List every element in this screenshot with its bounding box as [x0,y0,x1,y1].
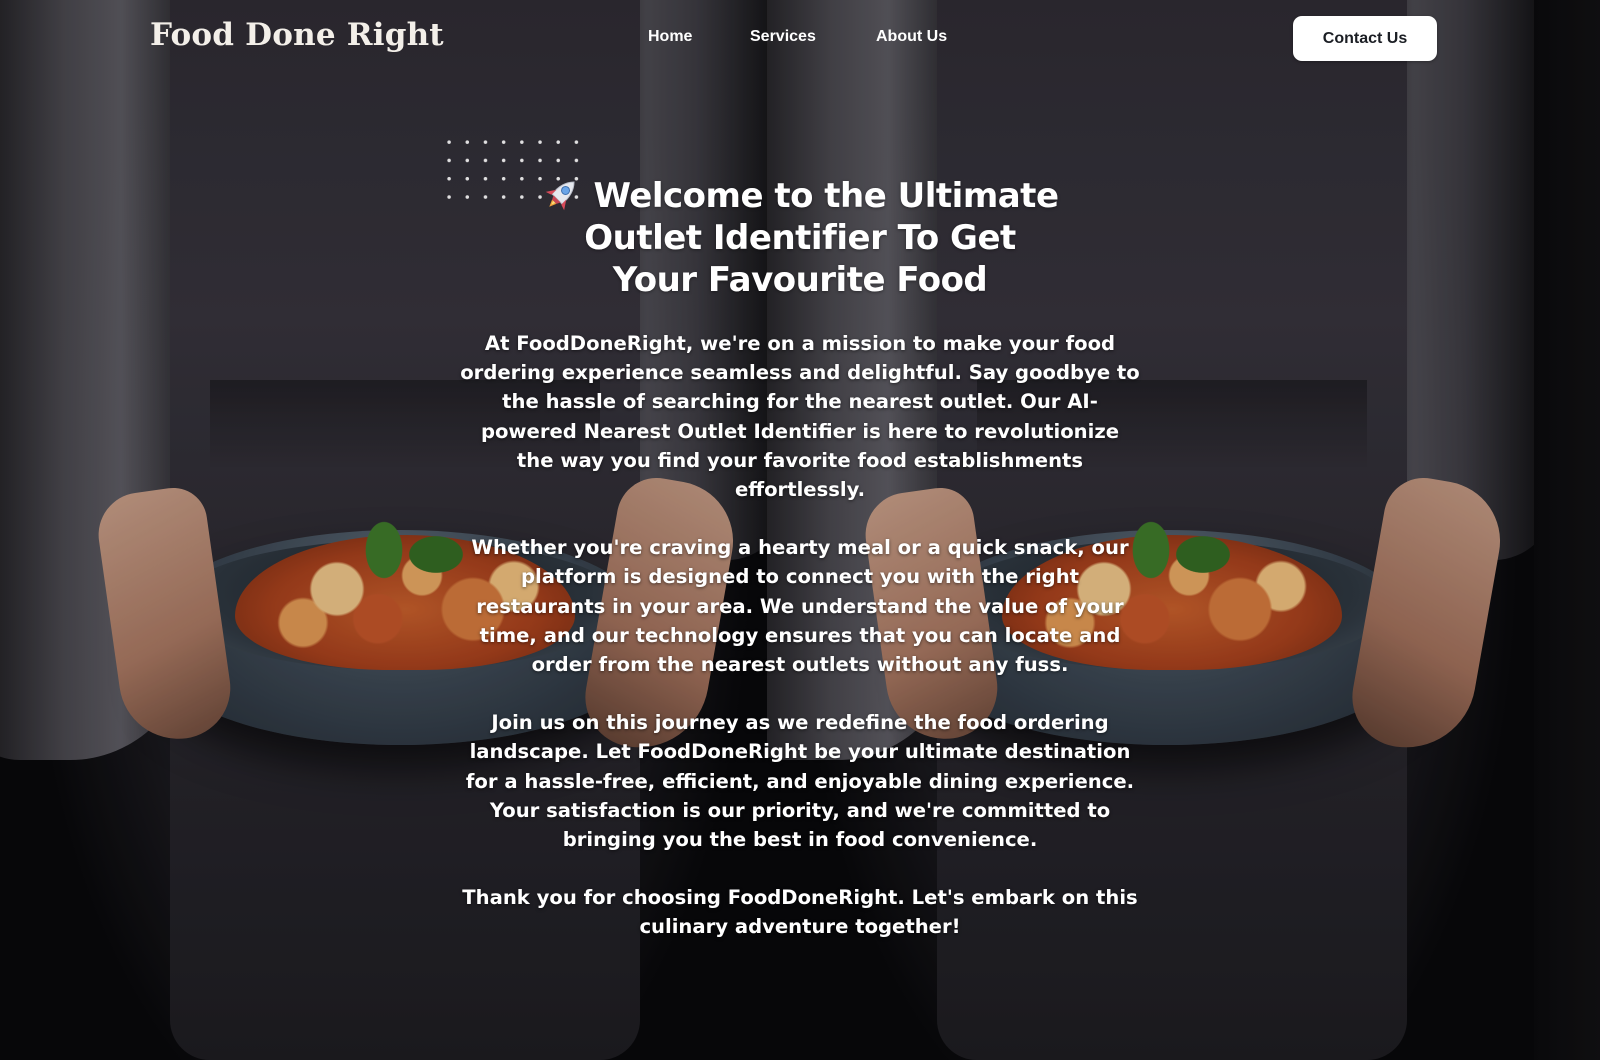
hero-description: At FoodDoneRight, we're on a mission to … [460,329,1140,942]
hero-paragraph-4: Thank you for choosing FoodDoneRight. Le… [462,886,1138,939]
nav-about-link[interactable]: About Us [876,28,947,46]
site-logo[interactable]: Food Done Right [150,17,444,53]
hero-section: Welcome to the Ultimate Outlet Identifie… [440,175,1160,971]
hero-title-text: Welcome to the Ultimate Outlet Identifie… [584,176,1059,300]
hero-paragraph-3: Join us on this journey as we redefine t… [465,711,1135,852]
nav-services-link[interactable]: Services [750,28,816,46]
hero-paragraph-1: At FoodDoneRight, we're on a mission to … [460,332,1140,502]
site-header: Food Done Right Home Services About Us C… [0,0,1600,78]
contact-us-button[interactable]: Contact Us [1293,16,1437,61]
hero-paragraph-2: Whether you're craving a hearty meal or … [471,536,1129,677]
hero-title: Welcome to the Ultimate Outlet Identifie… [540,175,1060,301]
rocket-icon [545,181,575,211]
nav-home-link[interactable]: Home [648,28,692,46]
landing-page: Food Done Right Home Services About Us C… [0,0,1600,1060]
